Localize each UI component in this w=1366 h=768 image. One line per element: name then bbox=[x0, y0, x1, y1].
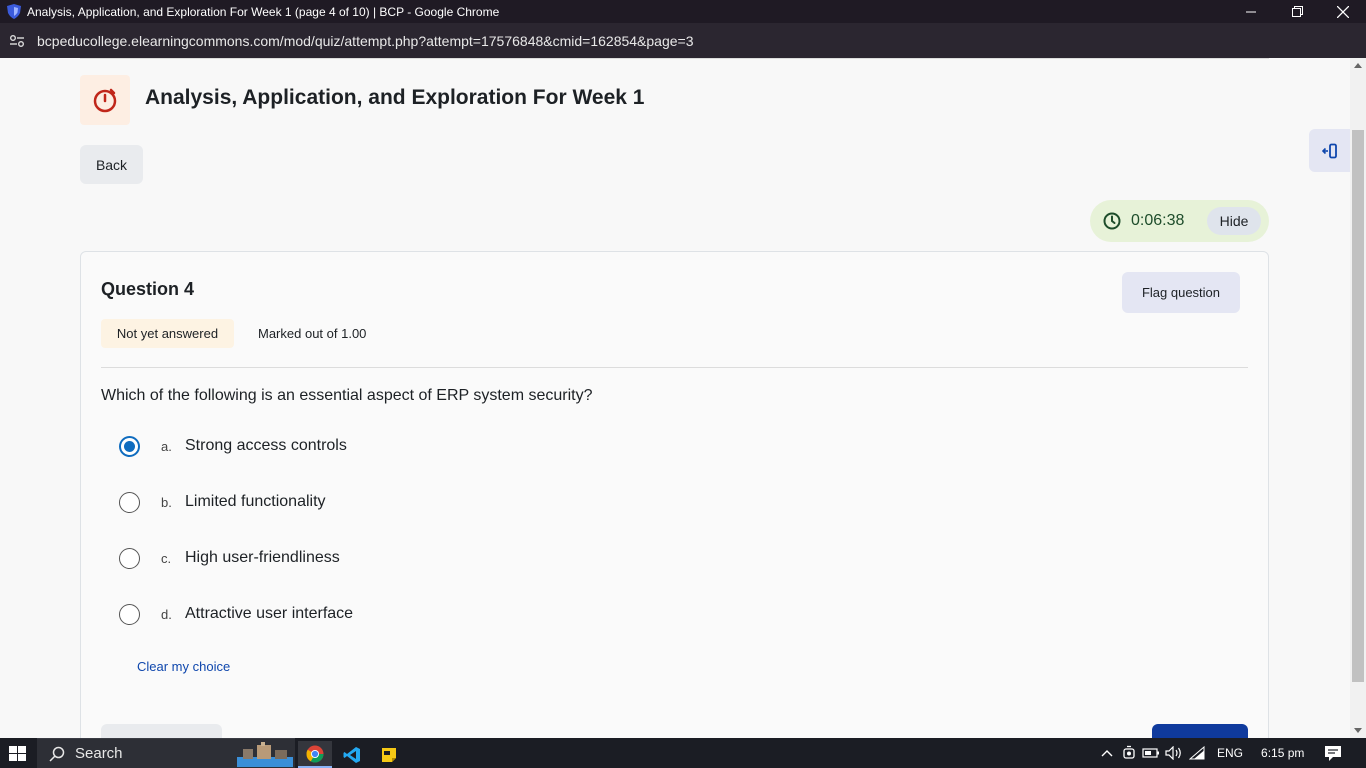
previous-page-button[interactable] bbox=[101, 724, 222, 738]
option-text[interactable]: High user-friendliness bbox=[185, 549, 340, 567]
question-text: Which of the following is an essential a… bbox=[101, 387, 593, 404]
quiz-timer: 0:06:38 Hide bbox=[1090, 200, 1269, 242]
clear-choice-link[interactable]: Clear my choice bbox=[137, 659, 230, 674]
radio-option-c[interactable] bbox=[119, 547, 140, 569]
search-icon bbox=[49, 746, 65, 762]
option-text[interactable]: Limited functionality bbox=[185, 493, 326, 511]
battery-icon[interactable] bbox=[1142, 747, 1160, 759]
chrome-taskbar-icon[interactable] bbox=[298, 741, 332, 768]
url-text[interactable]: bcpeducollege.elearningcommons.com/mod/q… bbox=[37, 33, 694, 49]
answer-option-b[interactable]: b. Limited functionality bbox=[119, 489, 326, 515]
clock-time[interactable]: 6:15 pm bbox=[1261, 746, 1304, 760]
volume-icon[interactable] bbox=[1165, 746, 1183, 760]
site-shield-icon bbox=[7, 4, 21, 19]
windows-start-icon[interactable] bbox=[9, 746, 26, 761]
option-text[interactable]: Attractive user interface bbox=[185, 605, 353, 623]
flag-question-button[interactable]: Flag question bbox=[1122, 272, 1240, 313]
open-drawer-button[interactable] bbox=[1309, 129, 1350, 172]
taskbar-search-placeholder: Search bbox=[75, 745, 123, 762]
question-divider bbox=[101, 367, 1248, 368]
answer-option-d[interactable]: d. Attractive user interface bbox=[119, 601, 353, 627]
back-button[interactable]: Back bbox=[80, 145, 143, 184]
radio-option-b[interactable] bbox=[119, 491, 140, 513]
close-icon[interactable] bbox=[1320, 0, 1366, 23]
taskbar-search-box[interactable]: Search bbox=[37, 738, 295, 768]
show-hidden-icons-chevron-icon[interactable] bbox=[1100, 748, 1114, 758]
site-settings-icon[interactable] bbox=[9, 34, 25, 48]
windows-taskbar: Search ENG 6:15 pm bbox=[0, 738, 1366, 768]
scroll-up-arrow-icon[interactable] bbox=[1354, 63, 1362, 68]
radio-option-d[interactable] bbox=[119, 603, 140, 625]
scrollbar-thumb[interactable] bbox=[1352, 130, 1364, 682]
scroll-down-arrow-icon[interactable] bbox=[1354, 728, 1362, 733]
search-highlight-image-icon bbox=[237, 742, 293, 767]
minimize-icon[interactable] bbox=[1228, 0, 1274, 23]
question-state-badge: Not yet answered bbox=[101, 319, 234, 348]
question-number: Question 4 bbox=[101, 279, 195, 299]
option-letter: d. bbox=[161, 606, 172, 622]
next-page-button[interactable] bbox=[1152, 724, 1248, 738]
option-letter: a. bbox=[161, 438, 172, 454]
page-viewport: Analysis, Application, and Exploration F… bbox=[0, 58, 1350, 738]
option-text[interactable]: Strong access controls bbox=[185, 437, 347, 455]
option-letter: c. bbox=[161, 550, 172, 566]
wifi-icon[interactable] bbox=[1189, 746, 1205, 760]
address-bar[interactable]: bcpeducollege.elearningcommons.com/mod/q… bbox=[0, 23, 1366, 58]
page-scrollbar[interactable] bbox=[1350, 58, 1366, 738]
answer-option-a[interactable]: a. Strong access controls bbox=[119, 433, 347, 459]
meet-now-icon[interactable] bbox=[1122, 745, 1136, 761]
sticky-notes-taskbar-icon[interactable] bbox=[372, 741, 406, 768]
answer-option-c[interactable]: c. High user-friendliness bbox=[119, 545, 340, 571]
timer-value: 0:06:38 bbox=[1131, 212, 1185, 229]
quiz-stopwatch-icon bbox=[80, 75, 130, 125]
restore-icon[interactable] bbox=[1274, 0, 1320, 23]
notifications-icon[interactable] bbox=[1324, 744, 1342, 762]
page-title: Analysis, Application, and Exploration F… bbox=[145, 86, 645, 109]
vscode-taskbar-icon[interactable] bbox=[335, 741, 369, 768]
radio-option-a[interactable] bbox=[119, 435, 140, 457]
window-title: Analysis, Application, and Exploration F… bbox=[27, 4, 500, 19]
browser-title-bar: Analysis, Application, and Exploration F… bbox=[0, 0, 1366, 23]
header-divider bbox=[80, 58, 1269, 59]
question-card: Question 4 Flag question Not yet answere… bbox=[80, 251, 1269, 738]
clock-icon bbox=[1103, 212, 1121, 230]
hide-timer-button[interactable]: Hide bbox=[1207, 207, 1261, 235]
system-tray: ENG 6:15 pm bbox=[1100, 738, 1342, 768]
option-letter: b. bbox=[161, 494, 172, 510]
language-indicator[interactable]: ENG bbox=[1217, 746, 1243, 760]
drawer-open-icon bbox=[1321, 143, 1337, 158]
question-marks: Marked out of 1.00 bbox=[258, 326, 367, 341]
